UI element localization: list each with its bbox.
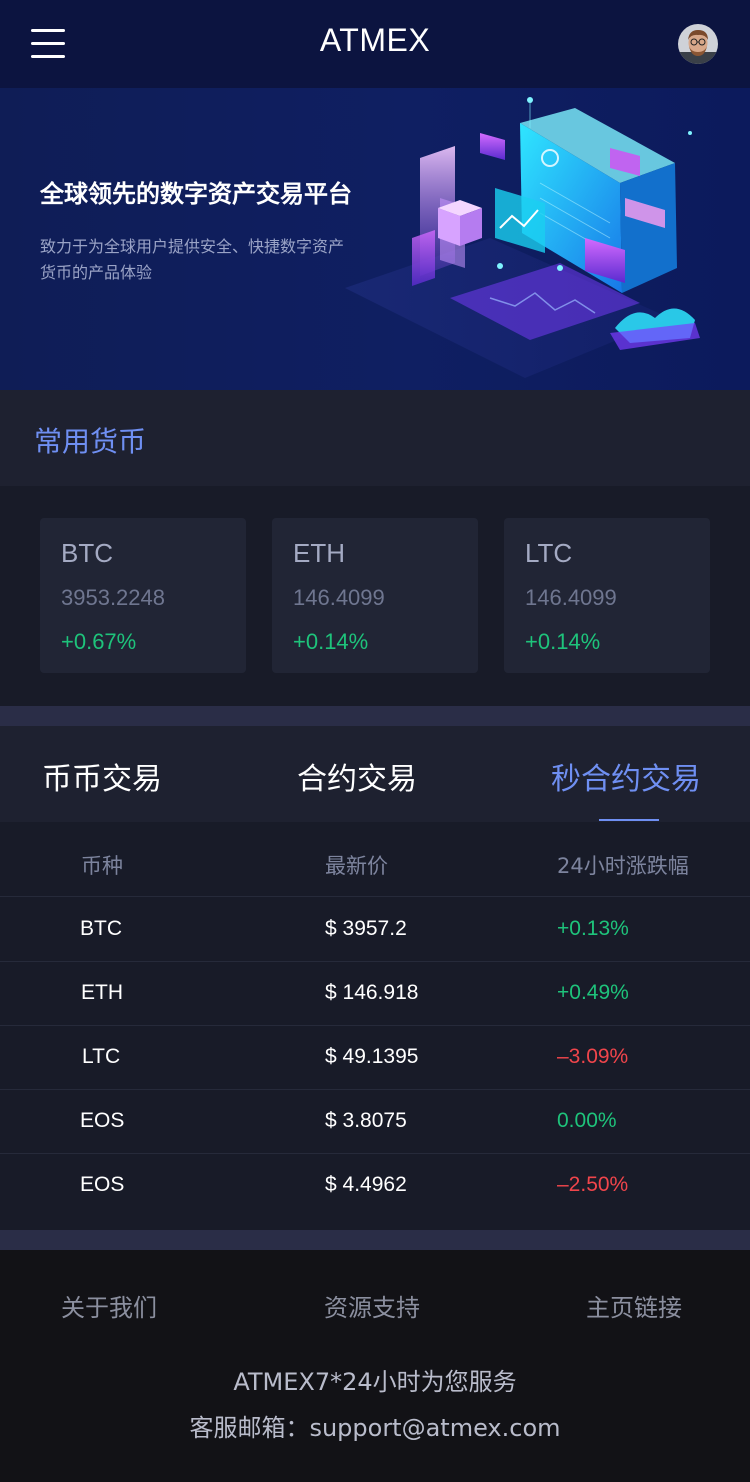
active-tab-indicator xyxy=(599,819,659,821)
footer-link-homepage[interactable]: 主页链接 xyxy=(586,1288,682,1323)
row-price: $ 49.1395 xyxy=(325,1045,419,1068)
column-header-coin: 币种 xyxy=(81,854,123,878)
coin-price: 146.4099 xyxy=(525,585,617,610)
user-avatar[interactable] xyxy=(678,24,718,64)
row-price: $ 3.8075 xyxy=(325,1109,407,1132)
row-change: –3.09% xyxy=(557,1045,629,1068)
market-table: 币种 最新价 24小时涨跌幅 BTC $ 3957.2 +0.13% ETH $… xyxy=(0,822,750,1230)
table-header: 币种 最新价 24小时涨跌幅 xyxy=(0,822,750,897)
row-coin: EOS xyxy=(80,1173,125,1196)
coin-symbol: ETH xyxy=(293,538,345,568)
banner-subtitle: 致力于为全球用户提供安全、快捷数字资产货币的产品体验 xyxy=(40,237,345,282)
row-change: +0.49% xyxy=(557,981,629,1004)
coin-card-eth[interactable]: ETH 146.4099 +0.14% xyxy=(272,518,478,673)
app-title: ATMEX xyxy=(319,22,431,58)
isometric-data-illustration xyxy=(345,97,700,378)
row-change: +0.13% xyxy=(557,917,629,940)
table-row[interactable]: ETH $ 146.918 +0.49% xyxy=(0,962,750,1026)
page: ATMEX 全球领先的数字资产交易平台 致力于为全球用户提供安全、快捷数字资产货… xyxy=(0,0,750,1482)
row-change: 0.00% xyxy=(557,1109,617,1132)
common-currency-section-header: 常用货币 xyxy=(0,390,750,486)
coin-change: +0.14% xyxy=(525,629,601,654)
coin-cards-area: BTC 3953.2248 +0.67% ETH 146.4099 +0.14%… xyxy=(0,486,750,706)
app-header: ATMEX xyxy=(0,0,750,88)
footer-divider xyxy=(0,1230,750,1250)
row-price: $ 3957.2 xyxy=(325,917,407,940)
row-change: –2.50% xyxy=(557,1173,629,1196)
tab-spot-trading[interactable]: 币币交易 xyxy=(42,754,162,798)
table-row[interactable]: BTC $ 3957.2 +0.13% xyxy=(0,898,750,962)
row-coin: LTC xyxy=(82,1045,121,1068)
coin-price: 3953.2248 xyxy=(61,585,165,610)
coin-symbol: BTC xyxy=(61,538,113,568)
row-price: $ 146.918 xyxy=(325,981,419,1004)
table-row[interactable]: LTC $ 49.1395 –3.09% xyxy=(0,1026,750,1090)
banner-title: 全球领先的数字资产交易平台 xyxy=(40,180,352,208)
tab-second-contract-trading[interactable]: 秒合约交易 xyxy=(551,754,701,798)
trade-tabs: 币币交易 合约交易 秒合约交易 xyxy=(0,726,750,822)
coin-price: 146.4099 xyxy=(293,585,385,610)
footer-link-about[interactable]: 关于我们 xyxy=(61,1288,157,1323)
table-row[interactable]: EOS $ 4.4962 –2.50% xyxy=(0,1154,750,1218)
table-row[interactable]: EOS $ 3.8075 0.00% xyxy=(0,1090,750,1154)
support-email-text: 客服邮箱：support@atmex.com xyxy=(189,1414,561,1442)
service-hours-text: ATMEX7*24小时为您服务 xyxy=(233,1368,517,1396)
row-coin: ETH xyxy=(81,981,123,1004)
section-title: 常用货币 xyxy=(34,425,147,458)
coin-change: +0.14% xyxy=(293,629,369,654)
footer-link-resources[interactable]: 资源支持 xyxy=(324,1288,420,1323)
coin-card-ltc[interactable]: LTC 146.4099 +0.14% xyxy=(504,518,710,673)
row-price: $ 4.4962 xyxy=(325,1173,407,1196)
column-header-price: 最新价 xyxy=(325,854,388,878)
coin-card-btc[interactable]: BTC 3953.2248 +0.67% xyxy=(40,518,246,673)
hero-banner: 全球领先的数字资产交易平台 致力于为全球用户提供安全、快捷数字资产货币的产品体验 xyxy=(0,88,750,390)
column-header-change: 24小时涨跌幅 xyxy=(557,854,689,878)
tab-contract-trading[interactable]: 合约交易 xyxy=(297,754,417,798)
coin-change: +0.67% xyxy=(61,629,137,654)
section-divider xyxy=(0,706,750,726)
footer: 关于我们 资源支持 主页链接 ATMEX7*24小时为您服务 客服邮箱：supp… xyxy=(0,1250,750,1482)
row-coin: EOS xyxy=(80,1109,125,1132)
row-coin: BTC xyxy=(80,917,122,940)
coin-symbol: LTC xyxy=(525,538,573,568)
